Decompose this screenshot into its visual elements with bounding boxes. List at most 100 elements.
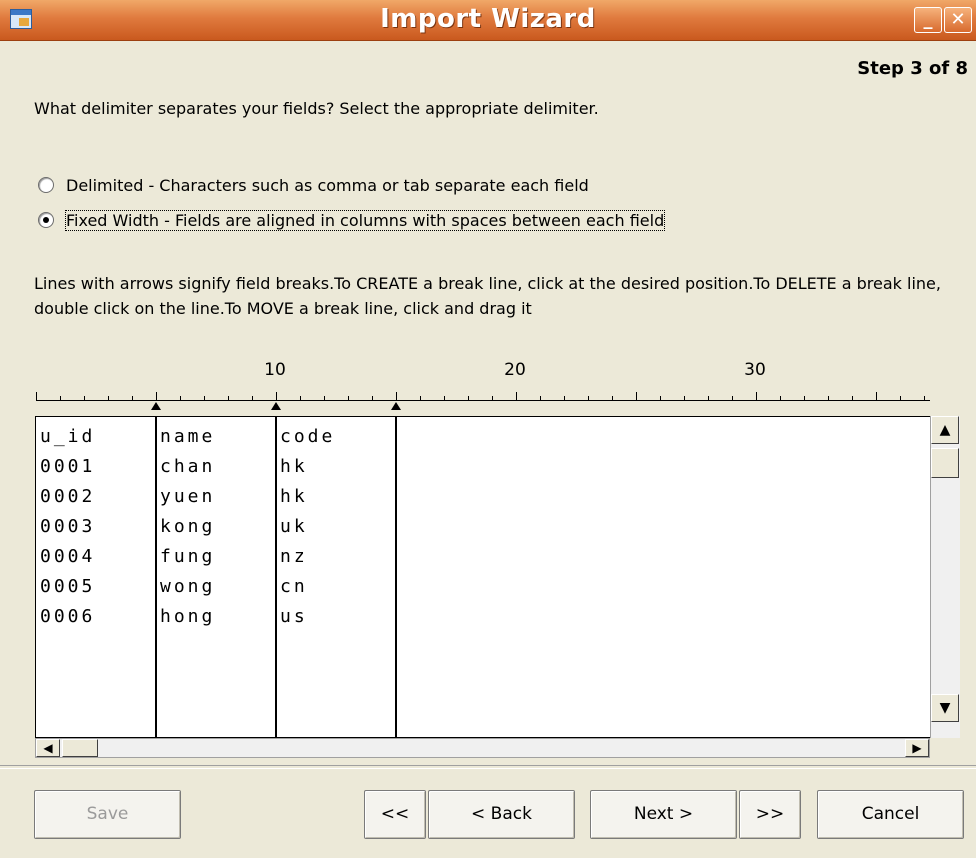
cell: uk	[280, 516, 308, 537]
ruler-tick	[444, 396, 445, 400]
ruler-tick	[804, 396, 805, 400]
break-line-instructions: Lines with arrows signify field breaks.T…	[34, 274, 941, 318]
back-button[interactable]: < Back	[428, 790, 575, 839]
ruler-tick	[204, 396, 205, 400]
delimiter-question: What delimiter separates your fields? Se…	[34, 99, 599, 118]
ruler-tick	[660, 396, 661, 400]
break-arrow-icon[interactable]	[151, 402, 161, 410]
ruler-tick	[60, 396, 61, 400]
ruler-baseline	[36, 400, 930, 401]
ruler-tick	[852, 396, 853, 400]
ruler-tick	[468, 396, 469, 400]
data-preview[interactable]: u_id 0001 0002 0003 0004 0005 0006 name …	[35, 416, 949, 738]
save-button[interactable]: Save	[34, 790, 181, 839]
ruler-tick	[780, 396, 781, 400]
first-step-button[interactable]: <<	[364, 790, 426, 839]
ruler-tick	[588, 396, 589, 400]
cell: 0006	[40, 606, 96, 627]
ruler-tick	[828, 396, 829, 400]
cell: wong	[160, 576, 216, 597]
break-line[interactable]	[275, 417, 277, 737]
cell: 0002	[40, 486, 96, 507]
cell: 0004	[40, 546, 96, 567]
cell: 0003	[40, 516, 96, 537]
next-button[interactable]: Next >	[590, 790, 737, 839]
cell: 0005	[40, 576, 96, 597]
cell: hong	[160, 606, 216, 627]
ruler-tick	[396, 392, 397, 400]
minimize-button[interactable]: _	[914, 7, 942, 33]
cell: hk	[280, 486, 308, 507]
ruler-tick	[156, 392, 157, 400]
ruler-tick	[276, 392, 277, 400]
ruler-tick	[180, 396, 181, 400]
ruler-tick	[348, 396, 349, 400]
ruler-tick	[612, 396, 613, 400]
ruler-tick	[900, 396, 901, 400]
ruler-tick	[252, 396, 253, 400]
ruler-tick	[324, 396, 325, 400]
break-line[interactable]	[395, 417, 397, 737]
cell: us	[280, 606, 308, 627]
cell: cn	[280, 576, 308, 597]
cell: u_id	[40, 426, 96, 447]
ruler-tick	[492, 396, 493, 400]
cancel-button[interactable]: Cancel	[817, 790, 964, 839]
horizontal-scrollbar[interactable]: ◀ ▶	[35, 738, 930, 758]
button-separator	[0, 765, 976, 769]
cell: kong	[160, 516, 216, 537]
ruler-tick	[924, 396, 925, 400]
title-bar[interactable]: Import Wizard _ ✕	[0, 0, 976, 41]
fixed-width-radio[interactable]	[38, 212, 54, 228]
scroll-down-icon[interactable]: ▼	[931, 694, 959, 722]
option-delimited[interactable]: Delimited - Characters such as comma or …	[38, 174, 589, 196]
ruler-tick	[516, 392, 517, 400]
cell: fung	[160, 546, 216, 567]
ruler-tick	[108, 396, 109, 400]
ruler-tick	[372, 396, 373, 400]
ruler-label-10: 10	[264, 360, 286, 380]
window-title: Import Wizard	[380, 4, 596, 34]
delimited-label[interactable]: Delimited - Characters such as comma or …	[66, 176, 589, 195]
ruler-tick	[84, 396, 85, 400]
ruler-tick	[36, 392, 37, 400]
cell: yuen	[160, 486, 216, 507]
ruler-tick	[756, 392, 757, 400]
horizontal-scroll-thumb[interactable]	[62, 739, 98, 757]
vertical-scroll-thumb[interactable]	[931, 448, 959, 478]
ruler-tick	[684, 396, 685, 400]
break-arrow-icon[interactable]	[271, 402, 281, 410]
ruler-tick	[636, 392, 637, 400]
cell: nz	[280, 546, 308, 567]
ruler-label-20: 20	[504, 360, 526, 380]
ruler-tick	[228, 396, 229, 400]
cell: name	[160, 426, 216, 447]
ruler-tick	[300, 396, 301, 400]
option-fixed-width[interactable]: Fixed Width - Fields are aligned in colu…	[38, 209, 666, 231]
ruler-label-30: 30	[744, 360, 766, 380]
delimited-radio[interactable]	[38, 177, 54, 193]
ruler-tick	[708, 396, 709, 400]
ruler-tick	[420, 396, 421, 400]
cell: 0001	[40, 456, 96, 477]
step-indicator: Step 3 of 8	[857, 58, 968, 79]
cell: hk	[280, 456, 308, 477]
ruler-tick	[564, 396, 565, 400]
scroll-left-icon[interactable]: ◀	[36, 739, 60, 757]
scroll-right-icon[interactable]: ▶	[905, 739, 929, 757]
ruler-tick	[132, 396, 133, 400]
ruler-tick	[540, 396, 541, 400]
scroll-up-icon[interactable]: ▲	[931, 416, 959, 444]
column-ruler[interactable]: 10 20 30	[36, 360, 930, 410]
break-line[interactable]	[155, 417, 157, 737]
fixed-width-label[interactable]: Fixed Width - Fields are aligned in colu…	[64, 209, 666, 231]
last-step-button[interactable]: >>	[739, 790, 801, 839]
close-button[interactable]: ✕	[944, 7, 972, 33]
cell: code	[280, 426, 336, 447]
break-arrow-icon[interactable]	[391, 402, 401, 410]
cell: chan	[160, 456, 216, 477]
scrollbar-corner	[930, 738, 960, 758]
ruler-tick	[732, 396, 733, 400]
import-wizard-window: Import Wizard _ ✕ Step 3 of 8 What delim…	[0, 0, 976, 858]
vertical-scrollbar[interactable]: ▲ ▼	[930, 416, 960, 738]
